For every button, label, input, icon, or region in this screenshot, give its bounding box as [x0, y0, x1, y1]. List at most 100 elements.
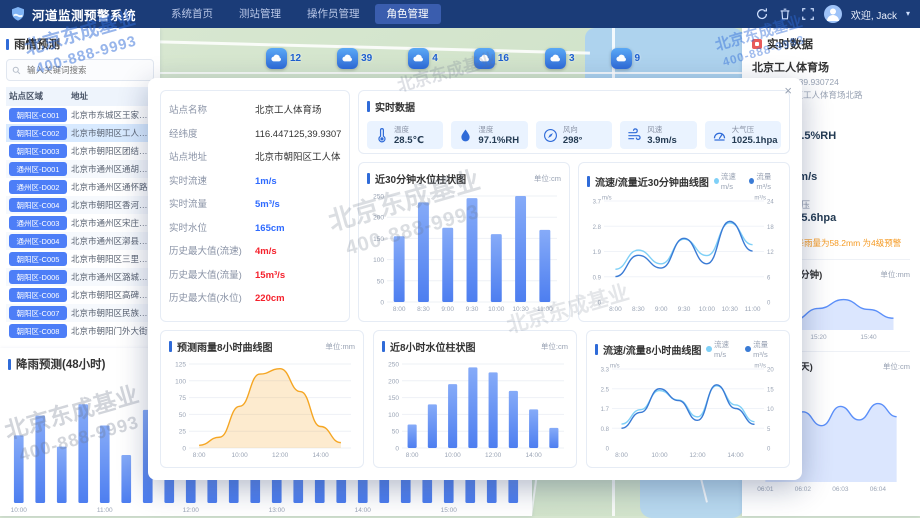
search-icon: [12, 66, 21, 75]
badge-value: 298°: [563, 135, 583, 146]
weather-marker-value: 4: [432, 53, 438, 64]
weather-marker[interactable]: 3: [545, 48, 575, 69]
gauge-icon: [712, 128, 727, 143]
table-row[interactable]: 朝阳区-C007 北京市朝阳区民族园路: [6, 304, 154, 322]
svg-text:m³/s: m³/s: [754, 364, 766, 370]
station-id-badge: 朝阳区-C001: [9, 108, 67, 122]
station-id-badge: 朝阳区-D003: [9, 144, 67, 158]
svg-text:06:04: 06:04: [870, 486, 887, 493]
weather-marker[interactable]: 16: [474, 48, 509, 69]
station-address-cell: 北京市朝阳区香河园街道: [71, 199, 151, 211]
table-row[interactable]: 朝阳区-C001 北京市东城区王家园胡同: [6, 106, 154, 124]
refresh-icon[interactable]: [755, 7, 769, 21]
tab-operator-management[interactable]: 操作员管理: [294, 0, 373, 28]
station-id-badge: 朝阳区-C008: [9, 324, 67, 338]
table-row[interactable]: 通州区-C003 北京市通州区宋庄镇白庙村: [6, 214, 154, 232]
info-value: 220cm: [255, 287, 341, 311]
legend-label: 流量m³/s: [756, 171, 781, 191]
svg-text:9:30: 9:30: [678, 306, 691, 313]
search-input[interactable]: [25, 64, 148, 76]
table-row[interactable]: 通州区-D004 北京市通州区漷县镇西潞园: [6, 232, 154, 250]
legend-label: 流量m³/s: [753, 339, 781, 359]
humidity-icon: [458, 128, 473, 143]
table-row[interactable]: 朝阳区-D003 北京市朝阳区团结湖南路: [6, 142, 154, 160]
section-accent-icon: [367, 173, 370, 184]
table-row[interactable]: 朝阳区-C005 北京市朝阳区三里屯路: [6, 250, 154, 268]
svg-text:0: 0: [182, 446, 186, 453]
rain-cloud-icon: [474, 48, 495, 69]
station-id-badge: 朝阳区-C006: [9, 288, 67, 302]
rain-cloud-icon: [266, 48, 287, 69]
table-header: 站点区域 地址: [6, 87, 154, 106]
table-row[interactable]: 朝阳区-D006 北京市通州区潞城镇大营村: [6, 268, 154, 286]
trash-icon[interactable]: [778, 7, 792, 21]
svg-text:0.9: 0.9: [593, 275, 602, 281]
chart-unit: 单位:cm: [883, 361, 910, 372]
tab-role-management[interactable]: 角色管理: [375, 4, 441, 24]
station-id-badge: 朝阳区-C007: [9, 306, 67, 320]
svg-text:150: 150: [388, 395, 399, 402]
svg-text:8:00: 8:00: [609, 306, 622, 313]
realtime-marker-icon: [752, 39, 762, 49]
badge-value: 97.1%RH: [478, 135, 519, 146]
column-header-region: 站点区域: [9, 87, 71, 106]
legend-dot-flow-speed: [714, 178, 719, 184]
svg-text:0: 0: [380, 300, 384, 307]
panel-title-row: 雨情预测: [6, 36, 154, 52]
table-row[interactable]: 朝阳区-C004 北京市朝阳区香河园街道: [6, 196, 154, 214]
svg-text:50: 50: [179, 412, 187, 419]
badge-label: 湿度: [478, 124, 519, 135]
table-row[interactable]: 朝阳区-C002 北京市朝阳区工人体育场北路: [6, 124, 154, 142]
rain-cloud-icon: [337, 48, 358, 69]
svg-text:0: 0: [767, 301, 771, 307]
svg-text:m/s: m/s: [602, 196, 612, 202]
table-row[interactable]: 通州区-D001 北京市通州区通胡大街: [6, 160, 154, 178]
svg-text:11:00: 11:00: [97, 507, 113, 514]
station-id-badge: 朝阳区-C004: [9, 198, 67, 212]
chart-legend: 流速m/s 流量m³/s: [714, 171, 781, 191]
realtime-badge: 大气压 1025.1hpa: [705, 121, 781, 149]
svg-text:18: 18: [767, 225, 774, 231]
fullscreen-icon[interactable]: [801, 7, 815, 21]
info-label: 站点地址: [169, 146, 255, 170]
chevron-down-icon[interactable]: ▾: [906, 10, 910, 18]
svg-text:250: 250: [388, 362, 399, 369]
info-row: 站点地址 北京市朝阳区工人体育场北路: [169, 146, 341, 170]
weather-marker[interactable]: 39: [337, 48, 372, 69]
svg-text:06:03: 06:03: [832, 486, 849, 493]
weather-marker[interactable]: 9: [611, 48, 641, 69]
station-address-cell: 北京市朝阳门外大街: [71, 325, 151, 337]
badge-label: 风速: [647, 124, 677, 135]
station-table-body: 朝阳区-C001 北京市东城区王家园胡同 朝阳区-C002 北京市朝阳区工人体育…: [6, 106, 154, 340]
station-address-cell: 北京市通州区潞城镇大营村: [71, 271, 151, 283]
close-icon[interactable]: ×: [784, 84, 792, 97]
station-id-badge: 通州区-D002: [9, 180, 67, 194]
table-row[interactable]: 通州区-D002 北京市通州区通怀路: [6, 178, 154, 196]
svg-text:100: 100: [175, 378, 186, 385]
welcome-text: 欢迎, Jack: [851, 7, 897, 22]
table-row[interactable]: 朝阳区-C006 北京市朝阳区高碑店乡: [6, 286, 154, 304]
weather-marker[interactable]: 4: [408, 48, 438, 69]
svg-text:50: 50: [377, 278, 385, 285]
water-level-30min-card: 近30分钟水位柱状图 单位:cm 0501001502002508:008:30…: [358, 162, 570, 322]
svg-text:24: 24: [767, 200, 774, 206]
table-row[interactable]: 朝阳区-C008 北京市朝阳门外大街: [6, 322, 154, 340]
station-address-cell: 北京市通州区通胡大街: [71, 163, 151, 175]
tab-station-management[interactable]: 测站管理: [226, 0, 294, 28]
tab-home[interactable]: 系统首页: [158, 0, 226, 28]
flow-8h-line-chart: 000.851.7102.5153.320m/sm³/s8:0010:0012:…: [595, 362, 781, 459]
svg-text:14:00: 14:00: [355, 507, 372, 514]
user-avatar[interactable]: [824, 5, 842, 23]
svg-text:200: 200: [388, 378, 399, 385]
weather-marker[interactable]: 12: [266, 48, 301, 69]
legend-label: 流速m/s: [721, 171, 744, 191]
info-value: 北京工人体育场: [255, 99, 341, 123]
svg-text:125: 125: [175, 362, 186, 369]
info-row: 站点名称 北京工人体育场: [169, 99, 341, 123]
legend-dot-flow-volume: [745, 346, 751, 352]
svg-text:12:00: 12:00: [183, 507, 200, 514]
station-search-box: [6, 59, 154, 81]
svg-text:1.9: 1.9: [593, 250, 602, 256]
station-address-cell: 北京市通州区宋庄镇白庙村: [71, 217, 151, 229]
section-accent-icon: [169, 341, 172, 352]
